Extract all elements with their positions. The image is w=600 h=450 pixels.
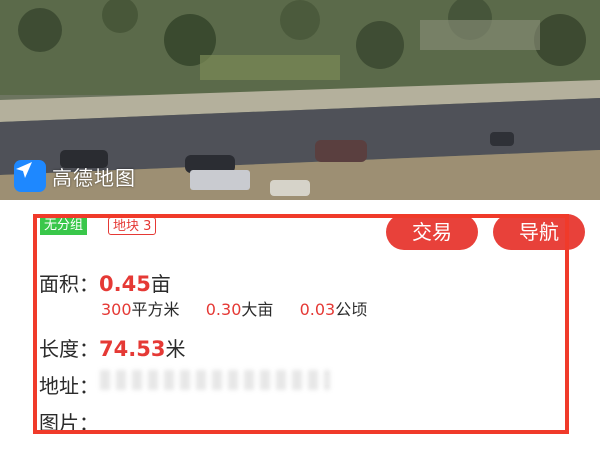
highlight-frame: [33, 214, 569, 434]
satellite-map[interactable]: 高德地图: [0, 0, 600, 200]
map-provider-name: 高德地图: [52, 165, 136, 190]
map-provider-logo: 高德地图: [14, 160, 136, 192]
navigation-arrow-icon: [14, 160, 46, 192]
